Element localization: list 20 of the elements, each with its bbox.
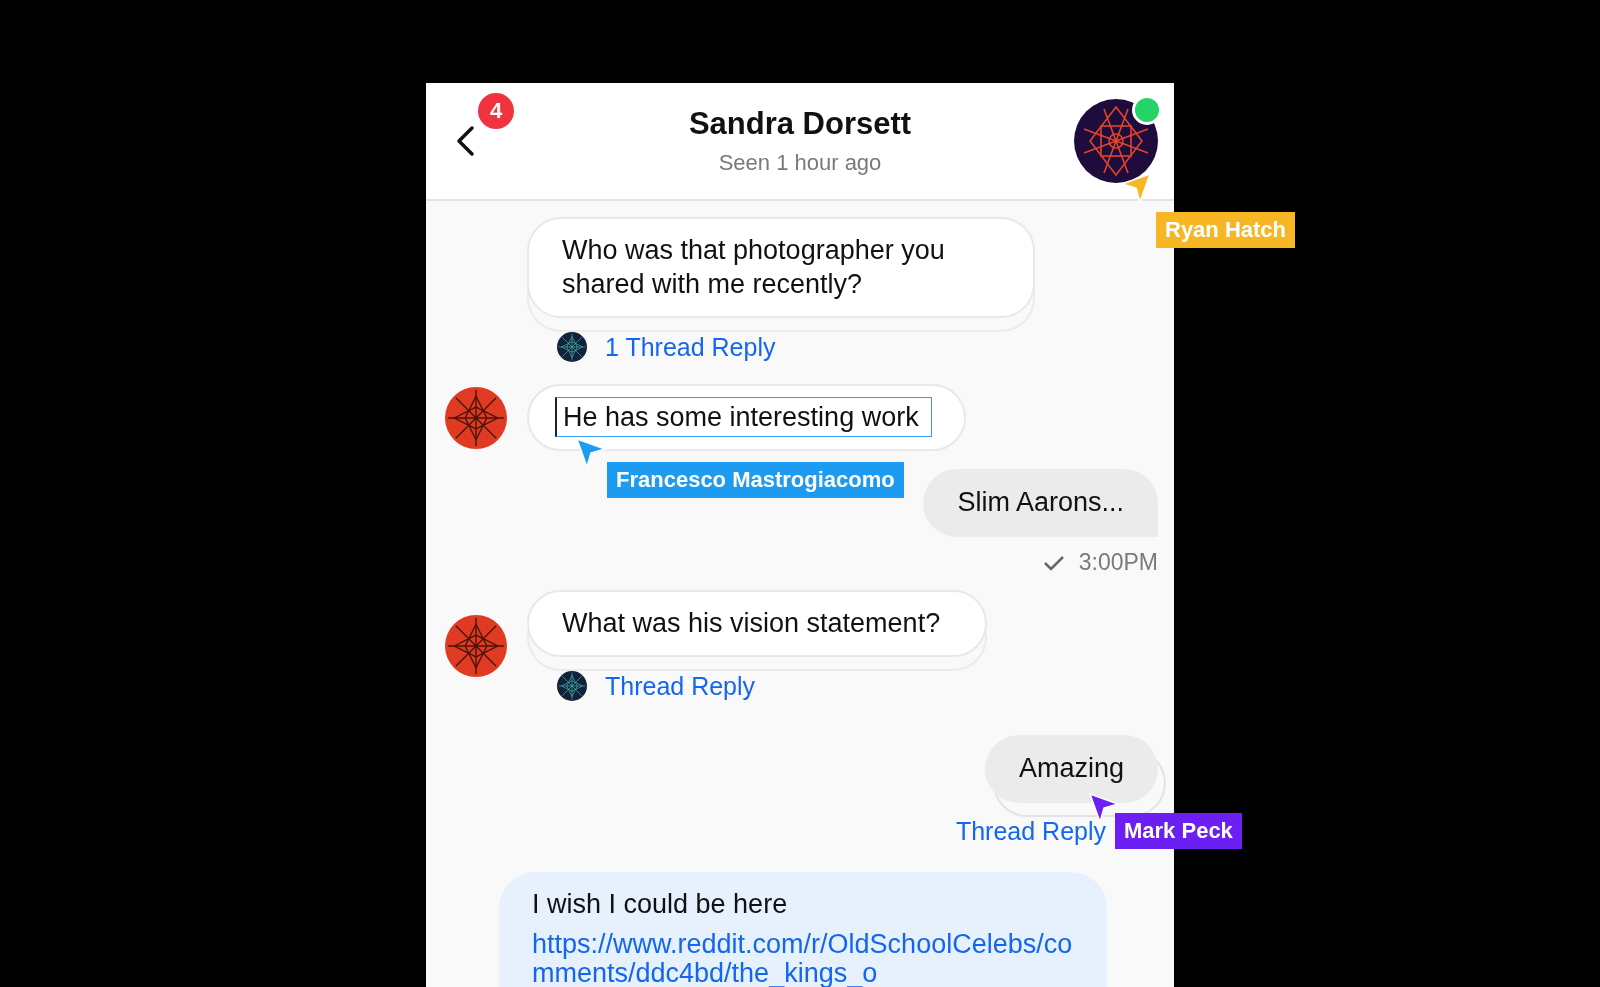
message-link[interactable]: https://www.reddit.com/r/OldSchoolCelebs/comments/ddc4bd/the_kings_o <box>532 930 1080 987</box>
contact-name: Sandra Dorsett <box>688 106 912 142</box>
collaborator-label: Francesco Mastrogiacomo <box>607 462 904 498</box>
reply-avatar-icon <box>557 332 587 362</box>
message-text: He has some interesting work <box>555 397 932 437</box>
avatar-pattern-icon <box>445 614 507 677</box>
thread-reply-link[interactable]: Thread Reply <box>955 817 1106 846</box>
thread-reply-link[interactable]: 1 Thread Reply <box>605 332 776 362</box>
message-text: I wish I could be here <box>532 888 789 920</box>
message-time: 3:00PM <box>1078 549 1158 576</box>
reply-avatar-icon <box>557 671 587 701</box>
message-text: What was his vision statement? <box>561 607 942 640</box>
unread-badge: 4 <box>478 93 514 129</box>
message-text: Who was that photographer you shared with me recently? <box>561 234 946 301</box>
thread-reply-link[interactable]: Thread Reply <box>605 671 756 701</box>
collaborator-label: Mark Peck <box>1115 813 1242 849</box>
last-seen: Seen 1 hour ago <box>718 150 882 176</box>
collaborator-label: Ryan Hatch <box>1156 212 1296 248</box>
message-bubble: Slim Aarons... <box>923 469 1158 537</box>
avatar-pattern-icon <box>445 386 507 449</box>
